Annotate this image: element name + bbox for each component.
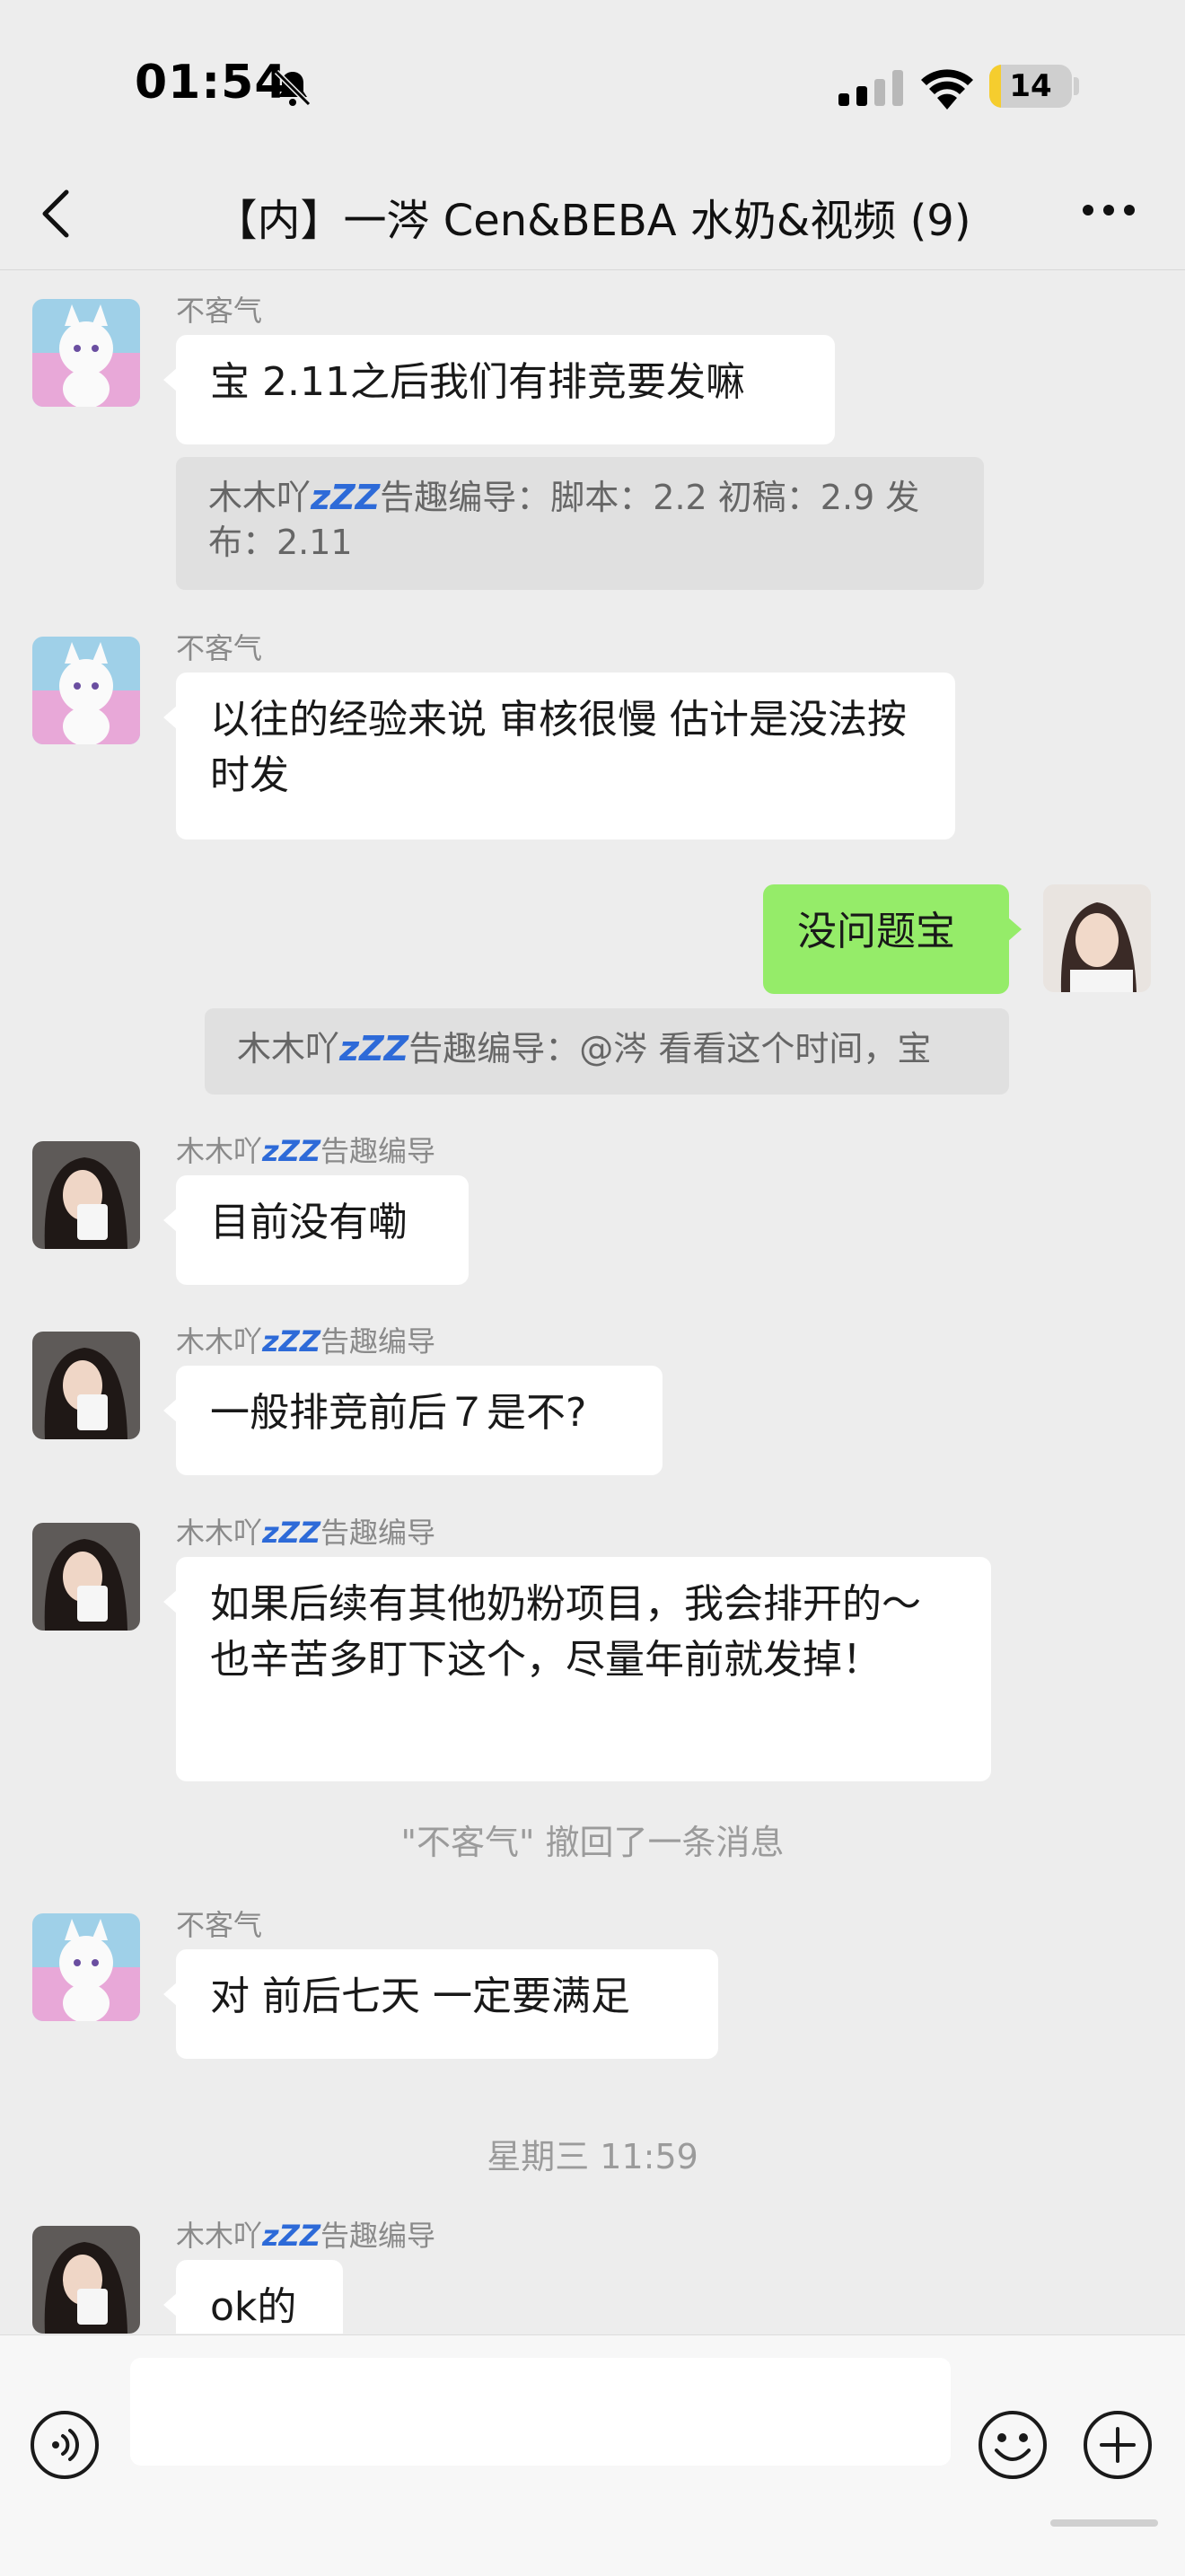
message-text: 以往的经验来说 审核很慢 估计是没法按时发 bbox=[210, 697, 907, 798]
quote-author: 木木吖 bbox=[237, 1029, 340, 1068]
avatar-bukeqi[interactable] bbox=[32, 1913, 140, 2021]
avatar-mumuya[interactable] bbox=[32, 1332, 140, 1439]
back-chevron-icon[interactable] bbox=[36, 185, 79, 242]
zzz-emoji: zZZ bbox=[262, 1324, 321, 1358]
chat-messages[interactable]: 不客气 宝 2.11之后我们有排竞要发嘛 木木吖zZZ告趣编导：脚本：2.2 初… bbox=[0, 270, 1185, 2334]
message-bubble[interactable]: 以往的经验来说 审核很慢 估计是没法按时发 bbox=[163, 673, 955, 840]
timestamp-divider: 星期三 11:59 bbox=[487, 2137, 698, 2176]
sender-name: 木木吖zZZ告趣编导 bbox=[176, 1324, 436, 1358]
avatar-self[interactable] bbox=[1043, 884, 1151, 992]
zzz-emoji: zZZ bbox=[311, 478, 381, 517]
zzz-emoji: zZZ bbox=[262, 1134, 321, 1168]
battery-indicator: 14 bbox=[989, 65, 1072, 108]
status-time: 01:54 bbox=[135, 56, 288, 110]
message-bubble[interactable]: ok的 bbox=[163, 2260, 343, 2334]
input-bar bbox=[0, 2334, 1185, 2576]
system-recall-notice: "不客气" 撤回了一条消息 bbox=[400, 1823, 785, 1862]
avatar-mumuya[interactable] bbox=[32, 1523, 140, 1631]
zzz-emoji: zZZ bbox=[262, 2219, 321, 2253]
bell-slash-icon bbox=[274, 69, 312, 107]
avatar-mumuya[interactable] bbox=[32, 1141, 140, 1249]
sender-name: 不客气 bbox=[176, 294, 263, 328]
sender-name: 不客气 bbox=[176, 631, 263, 665]
wifi-icon bbox=[921, 69, 973, 110]
emoji-smiley-icon[interactable] bbox=[977, 2409, 1049, 2481]
message-text: 如果后续有其他奶粉项目，我会排开的～ bbox=[210, 1581, 921, 1627]
avatar-mumuya[interactable] bbox=[32, 2226, 140, 2334]
sender-name: 木木吖zZZ告趣编导 bbox=[176, 1516, 436, 1550]
cellular-signal-icon bbox=[838, 70, 903, 106]
message-bubble[interactable]: 目前没有嘞 bbox=[163, 1175, 469, 1285]
status-bar: 01:54 14 bbox=[0, 0, 1185, 162]
battery-percent: 14 bbox=[1009, 68, 1052, 104]
sender-name: 不客气 bbox=[176, 1908, 263, 1942]
quote-text: ：@涔 看看这个时间，宝 bbox=[545, 1029, 932, 1068]
message-text: 目前没有嘞 bbox=[210, 1200, 408, 1245]
avatar-bukeqi[interactable] bbox=[32, 637, 140, 744]
quoted-message[interactable]: 木木吖zZZ告趣编导：@涔 看看这个时间，宝 bbox=[205, 1008, 1009, 1095]
message-text: 也辛苦多盯下这个，尽量年前就发掉！ bbox=[210, 1637, 882, 1683]
message-text: 一般排竞前后７是不? bbox=[210, 1390, 587, 1436]
battery-cap bbox=[1074, 77, 1079, 95]
message-bubble[interactable]: 如果后续有其他奶粉项目，我会排开的～ 也辛苦多盯下这个，尽量年前就发掉！ bbox=[163, 1557, 991, 1781]
voice-icon[interactable] bbox=[29, 2409, 101, 2481]
sender-name: 木木吖zZZ告趣编导 bbox=[176, 2219, 436, 2253]
message-input[interactable] bbox=[130, 2358, 951, 2466]
message-text: 没问题宝 bbox=[797, 909, 955, 954]
zzz-emoji: zZZ bbox=[262, 1516, 321, 1550]
chat-title[interactable]: 【内】一涔 Cen&BEBA 水奶&视频 (9) bbox=[144, 185, 1041, 248]
quote-author-tag: 告趣编导 bbox=[408, 1029, 546, 1068]
message-text: ok的 bbox=[210, 2284, 297, 2330]
message-bubble[interactable]: 一般排竞前后７是不? bbox=[163, 1366, 663, 1475]
chat-header: 【内】一涔 Cen&BEBA 水奶&视频 (9) bbox=[0, 162, 1185, 270]
more-ellipsis-icon[interactable] bbox=[1077, 192, 1140, 228]
sender-name: 木木吖zZZ告趣编导 bbox=[176, 1134, 436, 1168]
message-bubble[interactable]: 宝 2.11之后我们有排竞要发嘛 bbox=[163, 335, 835, 444]
quote-author-tag: 告趣编导 bbox=[380, 478, 517, 517]
message-bubble[interactable]: 对 前后七天 一定要满足 bbox=[163, 1949, 718, 2059]
quote-author: 木木吖 bbox=[208, 478, 312, 517]
plus-circle-icon[interactable] bbox=[1082, 2409, 1154, 2481]
own-message-bubble[interactable]: 没问题宝 bbox=[763, 884, 1022, 994]
avatar-bukeqi[interactable] bbox=[32, 299, 140, 407]
home-indicator[interactable] bbox=[1050, 2519, 1158, 2527]
message-text: 宝 2.11之后我们有排竞要发嘛 bbox=[210, 359, 745, 405]
quoted-message[interactable]: 木木吖zZZ告趣编导：脚本：2.2 初稿：2.9 发布：2.11 bbox=[176, 457, 984, 590]
zzz-emoji: zZZ bbox=[339, 1029, 409, 1068]
message-text: 对 前后七天 一定要满足 bbox=[210, 1974, 630, 2019]
